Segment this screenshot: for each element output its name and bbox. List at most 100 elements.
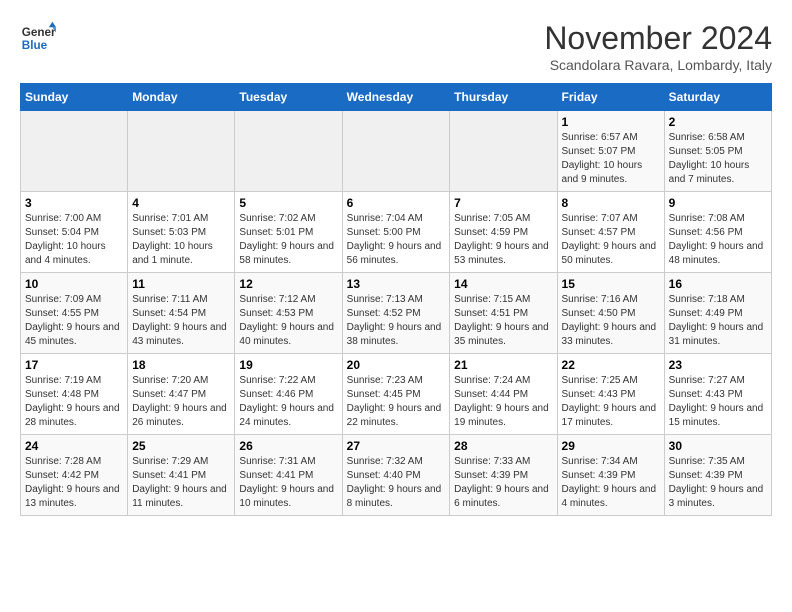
calendar-cell: 15Sunrise: 7:16 AM Sunset: 4:50 PM Dayli… <box>557 273 664 354</box>
day-number: 6 <box>347 196 446 210</box>
day-header-friday: Friday <box>557 84 664 111</box>
logo-icon: General Blue <box>20 20 56 56</box>
calendar-week-3: 10 Sunrise: 7:09 AM Sunset: 4:55 PM Dayli… <box>21 273 772 354</box>
day-number: 4 <box>132 196 230 210</box>
calendar-cell: 21Sunrise: 7:24 AM Sunset: 4:44 PM Dayli… <box>450 354 557 435</box>
day-number: 8 <box>562 196 660 210</box>
calendar-week-5: 24Sunrise: 7:28 AM Sunset: 4:42 PM Dayli… <box>21 435 772 516</box>
calendar-cell: 27 Sunrise: 7:32 AM Sunset: 4:40 PM Dayli… <box>342 435 450 516</box>
calendar-week-1: 1 Sunrise: 6:57 AM Sunset: 5:07 PM Daylig… <box>21 111 772 192</box>
day-number: 19 <box>239 358 337 372</box>
day-number: 16 <box>669 277 767 291</box>
calendar-week-4: 17 Sunrise: 7:19 AM Sunset: 4:48 PM Dayli… <box>21 354 772 435</box>
day-number: 26 <box>239 439 337 453</box>
day-info: Sunrise: 7:25 AM Sunset: 4:43 PM Dayligh… <box>562 374 660 430</box>
day-number: 14 <box>454 277 552 291</box>
calendar-cell: 10 Sunrise: 7:09 AM Sunset: 4:55 PM Dayli… <box>21 273 128 354</box>
day-info: Sunrise: 7:33 AM Sunset: 4:39 PM Dayligh… <box>454 455 552 511</box>
location-subtitle: Scandolara Ravara, Lombardy, Italy <box>544 57 772 73</box>
day-header-sunday: Sunday <box>21 84 128 111</box>
day-info: Sunrise: 6:57 AM Sunset: 5:07 PM Dayligh… <box>562 131 660 187</box>
day-info: Sunrise: 7:04 AM Sunset: 5:00 PM Dayligh… <box>347 212 446 268</box>
day-header-thursday: Thursday <box>450 84 557 111</box>
calendar-cell: 25 Sunrise: 7:29 AM Sunset: 4:41 PM Dayli… <box>128 435 235 516</box>
day-info: Sunrise: 7:34 AM Sunset: 4:39 PM Dayligh… <box>562 455 660 511</box>
day-info: Sunrise: 7:08 AM Sunset: 4:56 PM Dayligh… <box>669 212 767 268</box>
calendar-cell: 12 Sunrise: 7:12 AM Sunset: 4:53 PM Dayli… <box>235 273 342 354</box>
day-number: 28 <box>454 439 552 453</box>
day-info: Sunrise: 7:24 AM Sunset: 4:44 PM Dayligh… <box>454 374 552 430</box>
day-number: 10 <box>25 277 123 291</box>
day-number: 18 <box>132 358 230 372</box>
day-info: Sunrise: 7:09 AM Sunset: 4:55 PM Dayligh… <box>25 293 123 349</box>
day-info: Sunrise: 7:15 AM Sunset: 4:51 PM Dayligh… <box>454 293 552 349</box>
day-info: Sunrise: 7:05 AM Sunset: 4:59 PM Dayligh… <box>454 212 552 268</box>
calendar-cell: 30 Sunrise: 7:35 AM Sunset: 4:39 PM Dayli… <box>664 435 771 516</box>
calendar-cell: 20 Sunrise: 7:23 AM Sunset: 4:45 PM Dayli… <box>342 354 450 435</box>
calendar-cell: 29 Sunrise: 7:34 AM Sunset: 4:39 PM Dayli… <box>557 435 664 516</box>
calendar-cell: 19 Sunrise: 7:22 AM Sunset: 4:46 PM Dayli… <box>235 354 342 435</box>
day-header-saturday: Saturday <box>664 84 771 111</box>
day-info: Sunrise: 7:12 AM Sunset: 4:53 PM Dayligh… <box>239 293 337 349</box>
calendar-cell: 5 Sunrise: 7:02 AM Sunset: 5:01 PM Daylig… <box>235 192 342 273</box>
day-info: Sunrise: 7:02 AM Sunset: 5:01 PM Dayligh… <box>239 212 337 268</box>
calendar-cell <box>128 111 235 192</box>
logo: General Blue <box>20 20 56 56</box>
calendar-cell <box>235 111 342 192</box>
day-info: Sunrise: 7:29 AM Sunset: 4:41 PM Dayligh… <box>132 455 230 511</box>
calendar-cell: 16Sunrise: 7:18 AM Sunset: 4:49 PM Dayli… <box>664 273 771 354</box>
calendar-cell: 14 Sunrise: 7:15 AM Sunset: 4:51 PM Dayli… <box>450 273 557 354</box>
svg-text:Blue: Blue <box>22 39 48 52</box>
calendar-cell <box>21 111 128 192</box>
day-header-wednesday: Wednesday <box>342 84 450 111</box>
day-info: Sunrise: 7:19 AM Sunset: 4:48 PM Dayligh… <box>25 374 123 430</box>
day-number: 1 <box>562 115 660 129</box>
day-number: 20 <box>347 358 446 372</box>
calendar-header-row: SundayMondayTuesdayWednesdayThursdayFrid… <box>21 84 772 111</box>
day-number: 12 <box>239 277 337 291</box>
calendar-cell: 3Sunrise: 7:00 AM Sunset: 5:04 PM Daylig… <box>21 192 128 273</box>
day-number: 11 <box>132 277 230 291</box>
day-number: 29 <box>562 439 660 453</box>
day-number: 17 <box>25 358 123 372</box>
day-header-tuesday: Tuesday <box>235 84 342 111</box>
day-number: 25 <box>132 439 230 453</box>
calendar-cell: 24Sunrise: 7:28 AM Sunset: 4:42 PM Dayli… <box>21 435 128 516</box>
calendar-cell: 1 Sunrise: 6:57 AM Sunset: 5:07 PM Daylig… <box>557 111 664 192</box>
day-number: 3 <box>25 196 123 210</box>
day-number: 27 <box>347 439 446 453</box>
day-info: Sunrise: 6:58 AM Sunset: 5:05 PM Dayligh… <box>669 131 767 187</box>
day-info: Sunrise: 7:35 AM Sunset: 4:39 PM Dayligh… <box>669 455 767 511</box>
calendar-cell: 28 Sunrise: 7:33 AM Sunset: 4:39 PM Dayli… <box>450 435 557 516</box>
day-info: Sunrise: 7:20 AM Sunset: 4:47 PM Dayligh… <box>132 374 230 430</box>
day-number: 30 <box>669 439 767 453</box>
calendar-cell <box>342 111 450 192</box>
day-info: Sunrise: 7:01 AM Sunset: 5:03 PM Dayligh… <box>132 212 230 268</box>
calendar-cell: 23 Sunrise: 7:27 AM Sunset: 4:43 PM Dayli… <box>664 354 771 435</box>
day-info: Sunrise: 7:31 AM Sunset: 4:41 PM Dayligh… <box>239 455 337 511</box>
day-info: Sunrise: 7:23 AM Sunset: 4:45 PM Dayligh… <box>347 374 446 430</box>
calendar-cell: 18 Sunrise: 7:20 AM Sunset: 4:47 PM Dayli… <box>128 354 235 435</box>
day-info: Sunrise: 7:13 AM Sunset: 4:52 PM Dayligh… <box>347 293 446 349</box>
day-info: Sunrise: 7:27 AM Sunset: 4:43 PM Dayligh… <box>669 374 767 430</box>
day-info: Sunrise: 7:07 AM Sunset: 4:57 PM Dayligh… <box>562 212 660 268</box>
day-info: Sunrise: 7:32 AM Sunset: 4:40 PM Dayligh… <box>347 455 446 511</box>
calendar-cell: 26 Sunrise: 7:31 AM Sunset: 4:41 PM Dayli… <box>235 435 342 516</box>
page-header: General Blue November 2024 Scandolara Ra… <box>20 20 772 73</box>
calendar-cell: 2 Sunrise: 6:58 AM Sunset: 5:05 PM Daylig… <box>664 111 771 192</box>
day-number: 23 <box>669 358 767 372</box>
svg-text:General: General <box>22 26 56 39</box>
day-info: Sunrise: 7:11 AM Sunset: 4:54 PM Dayligh… <box>132 293 230 349</box>
calendar-cell: 13Sunrise: 7:13 AM Sunset: 4:52 PM Dayli… <box>342 273 450 354</box>
day-number: 5 <box>239 196 337 210</box>
calendar-cell: 6 Sunrise: 7:04 AM Sunset: 5:00 PM Daylig… <box>342 192 450 273</box>
day-info: Sunrise: 7:16 AM Sunset: 4:50 PM Dayligh… <box>562 293 660 349</box>
day-number: 2 <box>669 115 767 129</box>
day-info: Sunrise: 7:22 AM Sunset: 4:46 PM Dayligh… <box>239 374 337 430</box>
calendar-cell: 22Sunrise: 7:25 AM Sunset: 4:43 PM Dayli… <box>557 354 664 435</box>
calendar-cell: 9Sunrise: 7:08 AM Sunset: 4:56 PM Daylig… <box>664 192 771 273</box>
calendar-week-2: 3Sunrise: 7:00 AM Sunset: 5:04 PM Daylig… <box>21 192 772 273</box>
calendar-cell: 8 Sunrise: 7:07 AM Sunset: 4:57 PM Daylig… <box>557 192 664 273</box>
calendar-cell <box>450 111 557 192</box>
calendar-cell: 11 Sunrise: 7:11 AM Sunset: 4:54 PM Dayli… <box>128 273 235 354</box>
